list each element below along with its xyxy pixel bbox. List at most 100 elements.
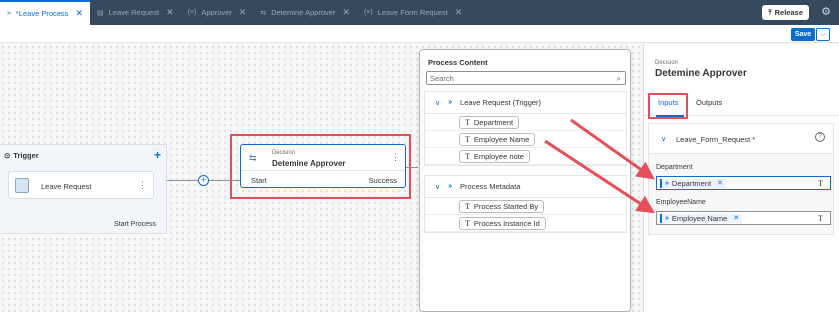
tab-label: *Leave Process (15, 9, 69, 18)
leave-request-trigger-card[interactable]: Leave Request ⋮ (8, 171, 154, 199)
annotation-highlight-box (230, 134, 411, 199)
tab-outputs[interactable]: Outputs (696, 98, 722, 107)
tab-label: Leave Form Request (377, 8, 448, 17)
panel-type-label: Decision (655, 60, 679, 66)
trigger-card-label: Leave Request (41, 182, 92, 191)
list-item[interactable]: T Employee note (425, 148, 626, 165)
form-icon (15, 178, 29, 193)
panel-title: Detemine Approver (655, 68, 747, 79)
group-header[interactable]: ∨ » Leave Request (Trigger) (425, 92, 626, 114)
text-type-icon: T (818, 179, 823, 188)
tab-detemine-approver[interactable]: ⇆ Detemine Approver ✕ (253, 0, 357, 25)
release-label: Release (774, 8, 803, 17)
group-header[interactable]: ∨ » Process Metadata (425, 176, 626, 198)
process-icon: » (448, 183, 453, 190)
process-icon: » (448, 99, 453, 106)
list-item[interactable]: T Process Started By (425, 198, 626, 215)
mapped-token[interactable]: » Department ✕ (660, 178, 726, 188)
department-label: Department (656, 164, 693, 171)
form-icon: ▤ (96, 9, 104, 17)
chevron-down-icon[interactable]: ∨ (435, 183, 440, 191)
token-label: Department (671, 178, 712, 188)
text-type-icon: T (465, 117, 470, 127)
section-header[interactable]: ∨ Leave_Form_Request * ? (649, 124, 833, 154)
list-item[interactable]: T Department (425, 114, 626, 131)
tab-label: Approver (201, 8, 232, 17)
employee-name-label: EmployeeName (656, 199, 706, 206)
process-content-panel: Process Content Search ⌕ ∨ » Leave Reque… (419, 49, 631, 312)
list-item[interactable]: T Process Instance Id (425, 215, 626, 232)
content-chip[interactable]: T Process Instance Id (459, 216, 546, 230)
process-icon: » (665, 179, 669, 187)
chevron-down-icon[interactable]: ∨ (435, 99, 440, 107)
chip-label: Process Started By (473, 201, 539, 211)
annotation-highlight-box (648, 93, 688, 119)
tab-leave-request[interactable]: ▤ Leave Request ✕ (90, 0, 181, 25)
group-label: Leave Request (Trigger) (460, 98, 542, 107)
trigger-title-text: Trigger (13, 151, 39, 160)
input-section: ∨ Leave_Form_Request * ? Department » De… (648, 123, 834, 235)
help-icon[interactable]: ? (815, 132, 825, 142)
search-icon[interactable]: ⌕ (617, 74, 621, 84)
chip-label: Employee note (473, 151, 524, 161)
close-icon[interactable]: ✕ (455, 7, 463, 18)
text-type-icon: T (465, 151, 470, 161)
close-icon[interactable]: ✕ (239, 7, 247, 18)
editor-tab-bar: » *Leave Process ✕ ▤ Leave Request ✕ (×)… (0, 0, 839, 25)
token-label: Employee Name (671, 213, 728, 223)
remove-token-icon[interactable]: ✕ (717, 179, 723, 187)
add-step-icon[interactable]: + (198, 175, 209, 186)
tab-label: Detemine Approver (271, 8, 336, 17)
content-chip[interactable]: T Employee note (459, 149, 530, 163)
chevron-down-icon[interactable]: ∨ (661, 135, 666, 143)
content-chip[interactable]: T Employee Name (459, 132, 536, 146)
gear-icon[interactable]: ⚙ (821, 5, 831, 18)
tab-approver[interactable]: (×) Approver ✕ (181, 0, 254, 25)
process-icon: » (665, 214, 669, 222)
content-group-leave-request: ∨ » Leave Request (Trigger) T Department … (424, 91, 627, 166)
chip-label: Employee Name (473, 134, 530, 144)
save-button[interactable]: Save (791, 28, 815, 41)
upload-icon: ⤒ (768, 7, 772, 17)
trigger-title: ⊙ Trigger (4, 151, 39, 160)
connector-line (406, 167, 418, 168)
decision-icon: ⇆ (260, 9, 267, 17)
content-chip[interactable]: T Department (459, 115, 520, 129)
remove-token-icon[interactable]: ✕ (733, 214, 739, 222)
close-icon[interactable]: ✕ (75, 8, 83, 19)
close-icon[interactable]: ✕ (166, 7, 174, 18)
content-group-process-metadata: ∨ » Process Metadata T Process Started By… (424, 175, 627, 233)
list-item[interactable]: T Employee Name (425, 131, 626, 148)
variable-icon: (×) (187, 9, 197, 16)
save-dropdown-button[interactable]: ⌵ (816, 28, 830, 41)
department-field[interactable]: » Department ✕ T (656, 176, 831, 190)
close-icon[interactable]: ✕ (342, 7, 350, 18)
add-trigger-button[interactable]: + (154, 148, 161, 162)
secondary-toolbar (0, 25, 839, 43)
tab-leave-process[interactable]: » *Leave Process ✕ (0, 0, 90, 25)
chip-label: Process Instance Id (473, 218, 540, 228)
section-title: Leave_Form_Request * (676, 135, 756, 144)
trigger-icon: ⊙ (4, 151, 11, 160)
group-label: Process Metadata (460, 182, 521, 191)
employee-name-field[interactable]: » Employee Name ✕ T (656, 211, 831, 225)
tab-leave-form-request[interactable]: (×) Leave Form Request ✕ (357, 0, 469, 25)
text-type-icon: T (465, 134, 470, 144)
search-placeholder: Search (430, 73, 454, 83)
tab-label: Leave Request (108, 8, 160, 17)
text-type-icon: T (465, 218, 470, 228)
trigger-node[interactable]: ⊙ Trigger + Leave Request ⋮ Start Proces… (0, 144, 167, 234)
process-content-title: Process Content (428, 58, 488, 67)
content-chip[interactable]: T Process Started By (459, 199, 545, 213)
text-type-icon: T (465, 201, 470, 211)
more-options-icon[interactable]: ⋮ (138, 180, 147, 191)
chip-label: Department (473, 117, 514, 127)
variable-icon: (×) (363, 9, 373, 16)
text-type-icon: T (818, 214, 823, 223)
process-icon: » (7, 10, 11, 17)
release-button[interactable]: ⤒ Release (762, 5, 809, 20)
start-process-label: Start Process (113, 221, 156, 228)
chevron-down-icon: ⌵ (820, 30, 826, 38)
search-input[interactable]: Search ⌕ (426, 71, 626, 85)
mapped-token[interactable]: » Employee Name ✕ (660, 213, 743, 223)
